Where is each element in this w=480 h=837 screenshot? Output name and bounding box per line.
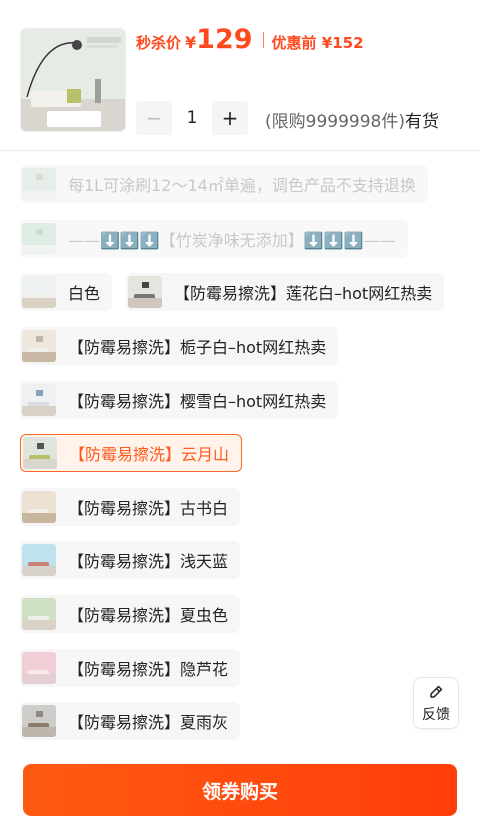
option-swatch: [22, 223, 56, 255]
quantity-stepper: − 1 +: [136, 101, 248, 135]
option-chip[interactable]: ——⬇️⬇️⬇️【竹炭净味无添加】⬇️⬇️⬇️——: [20, 220, 408, 258]
option-chip[interactable]: 【防霉易擦洗】隐芦花: [20, 649, 241, 687]
price-currency: ¥: [185, 33, 197, 52]
product-header: 秒杀价 ¥ 129 优惠前 ¥152 − 1 + (限购9999998件)有货: [0, 0, 480, 150]
option-swatch: [22, 705, 56, 737]
price-tag: 秒杀价: [136, 34, 182, 52]
option-swatch: [22, 168, 56, 200]
original-price: 优惠前 ¥152: [271, 34, 364, 52]
option-label: 【防霉易擦洗】古书白: [68, 499, 229, 518]
option-label: 【防霉易擦洗】夏雨灰: [68, 713, 229, 732]
option-chip-selected[interactable]: 【防霉易擦洗】云月山: [20, 434, 243, 472]
option-chip[interactable]: 【防霉易擦洗】浅天蓝: [20, 541, 241, 579]
quantity-value[interactable]: 1: [172, 101, 212, 135]
option-swatch: [22, 276, 56, 308]
option-chip[interactable]: 【防霉易擦洗】樱雪白–hot网红热卖: [20, 381, 339, 419]
option-chip[interactable]: 白色: [20, 273, 113, 311]
option-label: 白色: [68, 284, 101, 303]
stock-info: (限购9999998件)有货: [265, 107, 439, 132]
option-label: 每1L可涂刷12～14㎡单遍，调色产品不支持退换: [68, 176, 416, 195]
option-chip[interactable]: 【防霉易擦洗】栀子白–hot网红热卖: [20, 327, 339, 365]
option-swatch: [23, 437, 57, 469]
option-label: 【防霉易擦洗】隐芦花: [68, 660, 229, 679]
edit-icon: [430, 685, 443, 698]
option-swatch: [22, 598, 56, 630]
price-divider: [262, 32, 264, 48]
feedback-label: 反馈: [422, 706, 450, 723]
option-chip[interactable]: 【防霉易擦洗】夏虫色: [20, 595, 241, 633]
divider: [0, 150, 480, 151]
option-swatch: [128, 276, 162, 308]
price-row: 秒杀价 ¥ 129 优惠前 ¥152: [136, 24, 364, 56]
decrease-button[interactable]: −: [136, 101, 172, 135]
option-chip[interactable]: 【防霉易擦洗】莲花白–hot网红热卖: [126, 273, 445, 311]
claim-coupon-buy-button[interactable]: 领券购买: [23, 764, 457, 816]
option-chip[interactable]: 【防霉易擦洗】古书白: [20, 488, 241, 526]
option-label: ——⬇️⬇️⬇️【竹炭净味无添加】⬇️⬇️⬇️——: [68, 231, 396, 250]
option-swatch: [22, 491, 56, 523]
option-label: 【防霉易擦洗】云月山: [69, 445, 230, 464]
increase-button[interactable]: +: [212, 101, 248, 135]
option-swatch: [22, 652, 56, 684]
purchase-limit: (限购9999998件): [265, 112, 405, 132]
option-label: 【防霉易擦洗】夏虫色: [68, 606, 229, 625]
feedback-button[interactable]: 反馈: [413, 677, 459, 729]
option-chip[interactable]: 每1L可涂刷12～14㎡单遍，调色产品不支持退换: [20, 165, 428, 203]
option-label: 【防霉易擦洗】浅天蓝: [68, 552, 229, 571]
option-swatch: [22, 544, 56, 576]
stock-status: 有货: [404, 112, 439, 132]
option-swatch: [22, 330, 56, 362]
price-value: 129: [196, 24, 253, 55]
option-label: 【防霉易擦洗】栀子白–hot网红热卖: [68, 338, 327, 357]
option-chip[interactable]: 【防霉易擦洗】夏雨灰: [20, 702, 241, 740]
product-thumbnail: [20, 28, 126, 132]
option-label: 【防霉易擦洗】莲花白–hot网红热卖: [174, 284, 433, 303]
option-label: 【防霉易擦洗】樱雪白–hot网红热卖: [68, 392, 327, 411]
option-swatch: [22, 384, 56, 416]
